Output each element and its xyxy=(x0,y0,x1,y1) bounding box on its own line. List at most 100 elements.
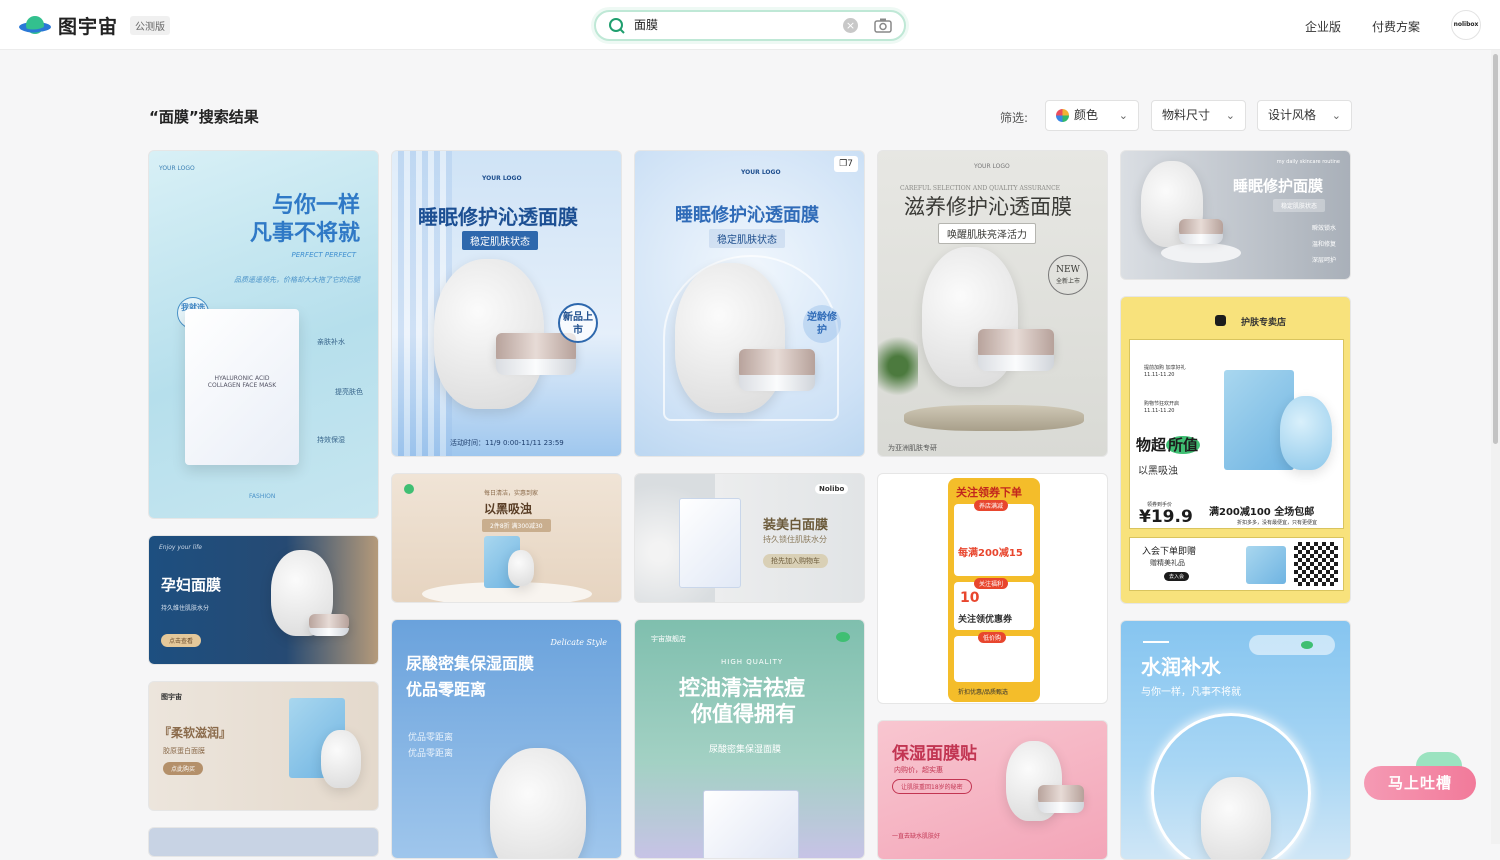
product-mask xyxy=(1201,777,1271,859)
product-jar xyxy=(309,614,349,637)
shop-logo-icon xyxy=(1215,315,1226,326)
template-card[interactable]: my daily skincare routine 睡眠修护面膜 稳定肌肤状态 … xyxy=(1120,150,1351,280)
template-card[interactable]: YOUR LOGO 睡眠修护沁透面膜 稳定肌肤状态 新品上市 活动时间：11/9… xyxy=(391,150,622,457)
template-card[interactable]: 保湿面膜贴 内购价，超实惠 让肌肤重回18岁的秘密 一直去缺水肌肤好 xyxy=(877,720,1108,860)
card-logo: 图宇宙 xyxy=(161,693,182,701)
card-title: 孕妇面膜 xyxy=(161,576,222,594)
template-card[interactable] xyxy=(148,827,379,857)
card-subtitle: 尿酸密集保湿面膜 xyxy=(709,745,782,755)
card-footer: FASHION xyxy=(249,493,276,500)
feature-label: 持效保湿 xyxy=(317,436,345,444)
beta-badge: 公测版 xyxy=(130,16,171,35)
search-box[interactable]: × xyxy=(594,10,906,41)
template-card[interactable]: 护肤专卖店 提前加购 加享好礼 11.11-11.20 购物节狂欢开启 11.1… xyxy=(1120,296,1351,604)
stone-podium xyxy=(904,405,1084,431)
card-title: 尿酸密集保湿面膜 xyxy=(406,654,535,673)
card-title: 睡眠修护沁透面膜 xyxy=(675,205,819,226)
filter-size-dropdown[interactable]: 物料尺寸 ⌄ xyxy=(1151,100,1246,131)
card-badge: 新品上市 xyxy=(558,303,598,343)
template-card[interactable]: YOUR LOGO ❐7 睡眠修护沁透面膜 稳定肌肤状态 逆龄修护 xyxy=(634,150,865,457)
nav-enterprise[interactable]: 企业版 xyxy=(1305,18,1341,35)
card-subtitle: 2件8折 满300减30 xyxy=(482,519,551,532)
filter-color-dropdown[interactable]: 颜色 ⌄ xyxy=(1045,100,1139,131)
color-wheel-icon xyxy=(1056,109,1069,122)
image-count-badge: ❐7 xyxy=(834,156,858,172)
card-line: 优品零距离 xyxy=(408,733,454,743)
filter-style-dropdown[interactable]: 设计风格 ⌄ xyxy=(1257,100,1352,131)
product-jar xyxy=(1179,219,1223,245)
card-script: Delicate Style xyxy=(550,638,607,647)
template-card[interactable]: 宇宙旗舰店 HIGH QUALITY 控油清洁祛痘 你值得拥有 尿酸密集保湿面膜 xyxy=(634,619,865,859)
template-card[interactable]: 每日清洁，实惠到家 以黑吸浊 2件8折 满300减30 xyxy=(391,473,622,603)
template-card[interactable]: 尿酸密集保湿面膜 优品零距离 Delicate Style 优品零距离 优品零距… xyxy=(391,619,622,859)
brand-dot-icon xyxy=(836,632,850,642)
pill-decoration xyxy=(1249,635,1335,655)
scrollbar-thumb[interactable] xyxy=(1493,54,1498,444)
card-button: 点此购买 xyxy=(163,762,204,775)
card-shop: 宇宙旗舰店 xyxy=(651,635,686,643)
card-footer: 一直去缺水肌肤好 xyxy=(892,833,941,840)
coupon-footer: 折扣优惠/品质甄选 xyxy=(958,689,1009,696)
card-subtitle: 与你一样，凡事不将就 xyxy=(1141,687,1241,698)
filter-label: 筛选: xyxy=(1000,111,1029,125)
template-card[interactable]: 图宇宙 『柔软滋润』 胶原蛋白面膜 点此购买 xyxy=(148,681,379,811)
search-icon[interactable] xyxy=(608,17,626,35)
logo[interactable]: 图宇宙 公测版 xyxy=(18,12,171,39)
card-title: 睡眠修护沁透面膜 xyxy=(418,205,578,229)
avatar[interactable]: nolibox xyxy=(1451,10,1481,40)
card-subtitle: 唤醒肌肤亮泽活力 xyxy=(938,223,1036,244)
card-button: 点击查看 xyxy=(161,634,202,647)
brand-dot-icon xyxy=(404,484,414,494)
product-jar xyxy=(1038,785,1084,813)
card-subtitle: 持久锁住肌肤水分 xyxy=(763,535,827,544)
product-jar xyxy=(978,329,1054,371)
card-logo: YOUR LOGO xyxy=(482,175,522,182)
search-input[interactable] xyxy=(634,17,834,31)
clear-icon[interactable]: × xyxy=(843,18,858,33)
card-footer: 活动时间：11/9 0:00-11/11 23:59 xyxy=(450,439,564,447)
slogan: 物超 所值 xyxy=(1136,436,1201,454)
podium xyxy=(1161,243,1241,263)
nav-pricing[interactable]: 付费方案 xyxy=(1372,18,1420,35)
feature-label: 亲肤补水 xyxy=(317,338,345,346)
join-button: 去入会 xyxy=(1164,572,1190,581)
template-card[interactable]: YOUR LOGO CAREFUL SELECTION AND QUALITY … xyxy=(877,150,1108,457)
card-top: 每日清洁，实惠到家 xyxy=(484,490,539,497)
template-card[interactable]: 关注领券下单 养店满减 每满200减15 关注福利 10 关注领优惠券 低价购 … xyxy=(877,473,1108,704)
card-title: 凡事不将就 xyxy=(249,221,360,246)
card-eng: my daily skincare routine xyxy=(1276,159,1340,165)
card-eng: HIGH QUALITY xyxy=(721,658,784,666)
template-card[interactable]: YOUR LOGO 与你一样 凡事不将就 PERFECT PERFECT 品质遥… xyxy=(148,150,379,519)
filter-size-label: 物料尺寸 xyxy=(1162,108,1211,122)
coupon-head: 关注领券下单 xyxy=(956,486,1022,499)
coupon-poster: 关注领券下单 养店满减 每满200减15 关注福利 10 关注领优惠券 低价购 … xyxy=(948,478,1040,702)
promo: 满200减100 全场包邮 xyxy=(1209,507,1315,518)
card-subtitle: 胶原蛋白面膜 xyxy=(163,747,205,755)
template-card[interactable]: Enjoy your life 孕妇面膜 持久维住肌肤水分 点击查看 xyxy=(148,535,379,665)
product-mask xyxy=(490,748,586,858)
card-logo: YOUR LOGO xyxy=(974,163,1010,170)
template-card[interactable]: Nolibo 装美白面膜 持久锁住肌肤水分 抢先加入购物车 xyxy=(634,473,865,603)
filter-style-label: 设计风格 xyxy=(1268,108,1317,122)
logo-text: 图宇宙 xyxy=(58,16,119,38)
top-bar: 图宇宙 公测版 × 企业版 付费方案 nolibox xyxy=(0,0,1500,50)
camera-icon[interactable] xyxy=(874,17,892,34)
template-card[interactable]: 水润补水 与你一样，凡事不将就 xyxy=(1120,620,1351,860)
card-subtitle: 稳定肌肤状态 xyxy=(709,229,785,248)
product-mask xyxy=(1280,396,1332,470)
card-tag: 让肌肤重回18岁的秘密 xyxy=(892,779,972,794)
card-title: 你值得拥有 xyxy=(691,702,796,726)
card-subtitle: PERFECT PERFECT xyxy=(291,251,356,259)
card-eng: Enjoy your life xyxy=(159,544,202,551)
product-pack: HYALURONIC ACID COLLAGEN FACE MASK xyxy=(185,309,299,465)
card-subtitle: 稳定肌肤状态 xyxy=(462,231,538,250)
card-title: 睡眠修护面膜 xyxy=(1233,177,1324,195)
card-title: 『柔软滋润』 xyxy=(159,726,232,740)
feedback-button[interactable]: 马上吐槽 xyxy=(1364,766,1476,800)
filter-color-label: 颜色 xyxy=(1074,108,1099,122)
card-subtitle: 内购价，超实惠 xyxy=(894,766,943,774)
chevron-down-icon: ⌄ xyxy=(1118,109,1128,122)
card-badge: NEW 全新上市 xyxy=(1048,255,1088,295)
qr-code-icon xyxy=(1294,542,1338,586)
card-title: 保湿面膜贴 xyxy=(892,744,977,764)
